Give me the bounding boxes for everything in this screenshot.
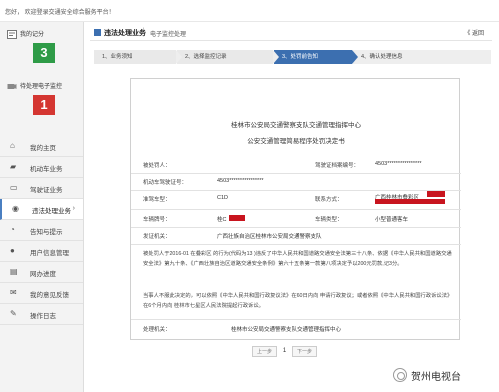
stat-pending-monitor[interactable]: 待处理电子监控 1 [0,78,83,122]
home-icon: ⌂ [10,141,15,150]
step-2: 2、选择监控记录 [177,50,279,64]
redaction-mark [375,199,445,204]
label-contact: 联系方式： [315,197,343,203]
wechat-icon [393,368,407,382]
sidebar-item-user-info[interactable]: ● 用户信息管理 [0,241,83,262]
divider [131,173,461,174]
sidebar-item-label: 操作日志 [30,313,56,320]
label-plate: 车辆牌号： [143,217,171,223]
sidebar-item-label: 违法处理业务 [32,208,71,215]
penalty-decision-document: 桂林市公安局交通警察支队交通管理指挥中心 公安交通管理简易程序处罚决定书 被处罚… [130,78,461,340]
divider [131,190,461,191]
back-button[interactable]: 《 返回 [464,28,484,37]
stat-label: 待处理电子监控 [20,84,63,90]
value-plate: 桂C [217,217,227,223]
watermark-text: 贺州电视台 [411,372,461,383]
breadcrumb: 违法处理业务 / 电子监控处理 《 返回 [90,27,492,41]
progress-icon: ▤ [10,267,18,276]
bell-icon: ◔ [10,225,15,234]
value-issuing-authority: 广西壮族自治区桂林市公安局交通警察支队 [217,234,322,240]
pending-badge: 1 [33,95,55,115]
sidebar-item-vehicle[interactable]: ▰ 机动车业务 [0,157,83,178]
score-badge: 3 [33,43,55,63]
prev-step-button[interactable]: 上一步 [252,346,277,357]
next-step-button[interactable]: 下一步 [292,346,317,357]
step-1: 1、业务须知 [94,50,182,64]
sidebar-item-label: 网办进度 [30,271,56,278]
page-number: 1 [282,348,287,354]
stat-label: 我的记分 [20,32,45,38]
sidebar-item-feedback[interactable]: ✉ 我的意见反馈 [0,283,83,304]
label-vehicle-type: 车辆类型： [315,217,343,223]
feedback-icon: ✉ [10,288,17,297]
label-issuing-authority: 发证机关： [143,234,171,240]
label-party: 被处罚人： [143,163,171,169]
main-content: 违法处理业务 / 电子监控处理 《 返回 1、业务须知 2、选择监控记录 3、处… [90,22,492,384]
sidebar-item-label: 我的意见反馈 [30,292,69,299]
license-icon: ▭ [10,183,18,192]
value-license-no: 4503**************** [217,178,264,184]
label-license-class: 准驾车型： [143,197,171,203]
value-vehicle-type: 小型普通客车 [375,217,409,223]
camera-icon [7,84,17,89]
breadcrumb-current[interactable]: 电子监控处理 [150,29,186,38]
redaction-mark [229,215,245,221]
sidebar-item-violation[interactable]: ◉ 违法处理业务 › [0,199,83,220]
watermark: 贺州电视台 [393,366,493,384]
appeal-paragraph: 当事人不服此决定的，可以依照《中华人民共和国行政复议法》在60日内向 申请行政复… [143,293,453,309]
document-title: 公安交通管理简易程序处罚决定书 [247,138,345,145]
sidebar-item-home[interactable]: ⌂ 我的主页 [0,136,83,157]
divider [131,244,461,245]
page-title: 违法处理业务 [104,30,146,37]
value-license-file-no: 4503**************** [375,161,422,167]
step-3-current: 3、处罚前告知 [274,50,358,64]
top-bar: 您好， 欢迎登录交通安全综合服务平台！ [0,0,499,22]
chevron-right-icon: › [72,205,75,212]
sidebar-item-label: 机动车业务 [30,166,63,173]
label-license-file-no: 驾驶证档案编号： [315,163,360,169]
section-icon [94,29,101,36]
decision-paragraph: 被处罚人于2016-01 在叠彩区 的行为(代码为13 )违反了中华人民共和国道… [143,251,452,267]
breadcrumb-separator: / [142,28,144,35]
sidebar-item-log[interactable]: ✎ 操作日志 [0,304,83,325]
step-progress: 1、业务须知 2、选择监控记录 3、处罚前告知 4、确认处理信息 [94,50,492,64]
stat-my-score[interactable]: 我的记分 3 [0,26,83,66]
divider [131,319,461,320]
score-icon [7,30,17,39]
sidebar: 我的记分 3 待处理电子监控 1 ⌂ 我的主页 ▰ 机动车业务 ▭ 驾驶证业务 … [0,22,84,392]
sidebar-item-label: 我的主页 [30,145,56,152]
user-icon: ● [10,246,15,255]
label-license-no: 机动车驾驶证号： [143,180,188,186]
pager: 上一步 1 下一步 [252,346,342,358]
sidebar-item-license[interactable]: ▭ 驾驶证业务 [0,178,83,199]
divider [131,227,461,228]
sidebar-item-label: 驾驶证业务 [30,187,63,194]
sidebar-item-notice[interactable]: ◔ 告知与提示 [0,220,83,241]
value-license-class: C1D [217,195,229,201]
step-4: 4、确认处理信息 [353,50,491,64]
camera-icon: ◉ [12,204,19,213]
greeting-text: 您好， 欢迎登录交通安全综合服务平台！ [5,10,115,16]
sidebar-item-progress[interactable]: ▤ 网办进度 [0,262,83,283]
log-icon: ✎ [10,309,17,318]
divider [131,209,461,210]
value-processing-org: 桂林市公安局交通警察支队交通管理指挥中心 [231,327,342,333]
sidebar-item-label: 告知与提示 [30,229,63,236]
document-org: 桂林市公安局交通警察支队交通管理指挥中心 [231,122,361,129]
redaction-mark [427,191,445,197]
car-icon: ▰ [10,162,17,171]
sidebar-item-label: 用户信息管理 [30,250,69,257]
label-processing-org: 处理机关： [143,327,171,333]
